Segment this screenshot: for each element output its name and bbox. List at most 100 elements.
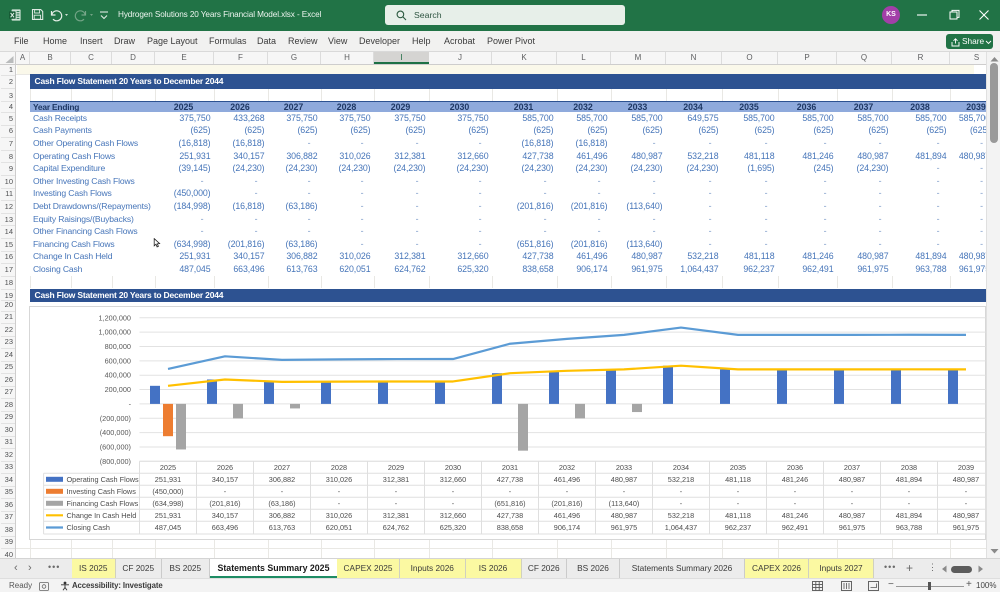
svg-text:481,894: 481,894 bbox=[896, 510, 922, 519]
svg-text:2029: 2029 bbox=[388, 463, 404, 472]
svg-text:2028: 2028 bbox=[331, 463, 347, 472]
svg-text:-: - bbox=[395, 498, 398, 507]
svg-text:2026: 2026 bbox=[217, 463, 233, 472]
svg-text:1,200,000: 1,200,000 bbox=[99, 313, 131, 322]
svg-text:-: - bbox=[129, 399, 132, 408]
svg-text:2033: 2033 bbox=[616, 463, 632, 472]
svg-text:480,987: 480,987 bbox=[611, 510, 637, 519]
svg-text:620,051: 620,051 bbox=[326, 523, 352, 532]
svg-text:-: - bbox=[851, 486, 854, 495]
svg-text:-: - bbox=[509, 486, 512, 495]
svg-text:312,381: 312,381 bbox=[383, 510, 409, 519]
svg-text:340,157: 340,157 bbox=[212, 510, 238, 519]
svg-text:663,496: 663,496 bbox=[212, 523, 238, 532]
svg-text:461,496: 461,496 bbox=[554, 510, 580, 519]
svg-text:961,975: 961,975 bbox=[839, 523, 865, 532]
svg-text:480,987: 480,987 bbox=[839, 474, 865, 483]
svg-text:906,174: 906,174 bbox=[554, 523, 580, 532]
svg-text:-: - bbox=[566, 486, 569, 495]
svg-text:481,894: 481,894 bbox=[896, 474, 922, 483]
svg-text:961,975: 961,975 bbox=[953, 523, 979, 532]
svg-text:-: - bbox=[908, 486, 911, 495]
svg-text:-: - bbox=[965, 486, 968, 495]
svg-text:-: - bbox=[224, 486, 227, 495]
svg-text:481,246: 481,246 bbox=[782, 474, 808, 483]
svg-text:624,762: 624,762 bbox=[383, 523, 409, 532]
svg-text:2027: 2027 bbox=[274, 463, 290, 472]
svg-text:481,118: 481,118 bbox=[725, 510, 751, 519]
svg-text:1,064,437: 1,064,437 bbox=[665, 523, 697, 532]
svg-text:800,000: 800,000 bbox=[105, 342, 131, 351]
svg-text:481,246: 481,246 bbox=[782, 510, 808, 519]
svg-text:306,882: 306,882 bbox=[269, 510, 295, 519]
svg-text:Operating Cash Flows: Operating Cash Flows bbox=[67, 474, 140, 483]
svg-text:532,218: 532,218 bbox=[668, 474, 694, 483]
svg-text:-: - bbox=[794, 498, 797, 507]
svg-text:-: - bbox=[737, 486, 740, 495]
svg-text:963,788: 963,788 bbox=[896, 523, 922, 532]
svg-text:-: - bbox=[965, 498, 968, 507]
svg-text:2039: 2039 bbox=[958, 463, 974, 472]
svg-text:200,000: 200,000 bbox=[105, 385, 131, 394]
svg-text:-: - bbox=[794, 486, 797, 495]
svg-text:2036: 2036 bbox=[787, 463, 803, 472]
svg-text:-: - bbox=[851, 498, 854, 507]
svg-text:(600,000): (600,000) bbox=[100, 442, 131, 451]
svg-text:400,000: 400,000 bbox=[105, 370, 131, 379]
svg-text:2030: 2030 bbox=[445, 463, 461, 472]
svg-text:312,660: 312,660 bbox=[440, 474, 466, 483]
svg-text:427,738: 427,738 bbox=[497, 474, 523, 483]
svg-text:2038: 2038 bbox=[901, 463, 917, 472]
svg-text:625,320: 625,320 bbox=[440, 523, 466, 532]
svg-text:(400,000): (400,000) bbox=[100, 428, 131, 437]
svg-text:-: - bbox=[281, 486, 284, 495]
svg-text:480,987: 480,987 bbox=[953, 510, 979, 519]
svg-text:(800,000): (800,000) bbox=[100, 456, 131, 465]
svg-text:306,882: 306,882 bbox=[269, 474, 295, 483]
svg-text:2037: 2037 bbox=[844, 463, 860, 472]
svg-text:-: - bbox=[737, 498, 740, 507]
svg-text:(201,816): (201,816) bbox=[551, 498, 582, 507]
svg-text:461,496: 461,496 bbox=[554, 474, 580, 483]
svg-text:Change In Cash Held: Change In Cash Held bbox=[67, 510, 137, 519]
svg-text:(200,000): (200,000) bbox=[100, 413, 131, 422]
svg-text:Financing Cash Flows: Financing Cash Flows bbox=[67, 498, 139, 507]
svg-text:1,000,000: 1,000,000 bbox=[99, 327, 131, 336]
svg-text:-: - bbox=[338, 486, 341, 495]
svg-text:312,381: 312,381 bbox=[383, 474, 409, 483]
svg-text:251,931: 251,931 bbox=[155, 474, 181, 483]
svg-text:961,975: 961,975 bbox=[611, 523, 637, 532]
svg-text:962,491: 962,491 bbox=[782, 523, 808, 532]
svg-text:838,658: 838,658 bbox=[497, 523, 523, 532]
svg-text:Closing Cash: Closing Cash bbox=[67, 523, 110, 532]
svg-text:312,660: 312,660 bbox=[440, 510, 466, 519]
svg-text:(201,816): (201,816) bbox=[209, 498, 240, 507]
svg-text:(63,186): (63,186) bbox=[268, 498, 295, 507]
svg-text:-: - bbox=[395, 486, 398, 495]
svg-text:532,218: 532,218 bbox=[668, 510, 694, 519]
svg-text:(634,998): (634,998) bbox=[152, 498, 183, 507]
svg-text:2035: 2035 bbox=[730, 463, 746, 472]
svg-text:480,987: 480,987 bbox=[611, 474, 637, 483]
svg-text:600,000: 600,000 bbox=[105, 356, 131, 365]
svg-text:2025: 2025 bbox=[160, 463, 176, 472]
svg-text:310,026: 310,026 bbox=[326, 474, 352, 483]
svg-text:310,026: 310,026 bbox=[326, 510, 352, 519]
svg-text:480,987: 480,987 bbox=[953, 474, 979, 483]
svg-text:(113,640): (113,640) bbox=[609, 498, 640, 507]
svg-text:487,045: 487,045 bbox=[155, 523, 181, 532]
svg-text:-: - bbox=[452, 498, 455, 507]
svg-text:2034: 2034 bbox=[673, 463, 689, 472]
svg-text:-: - bbox=[338, 498, 341, 507]
svg-text:2031: 2031 bbox=[502, 463, 518, 472]
svg-text:-: - bbox=[680, 486, 683, 495]
svg-text:-: - bbox=[908, 498, 911, 507]
svg-text:962,237: 962,237 bbox=[725, 523, 751, 532]
svg-text:613,763: 613,763 bbox=[269, 523, 295, 532]
svg-text:340,157: 340,157 bbox=[212, 474, 238, 483]
svg-text:-: - bbox=[680, 498, 683, 507]
svg-text:480,987: 480,987 bbox=[839, 510, 865, 519]
svg-text:Investing Cash Flows: Investing Cash Flows bbox=[67, 486, 137, 495]
svg-text:(450,000): (450,000) bbox=[152, 486, 183, 495]
svg-text:251,931: 251,931 bbox=[155, 510, 181, 519]
